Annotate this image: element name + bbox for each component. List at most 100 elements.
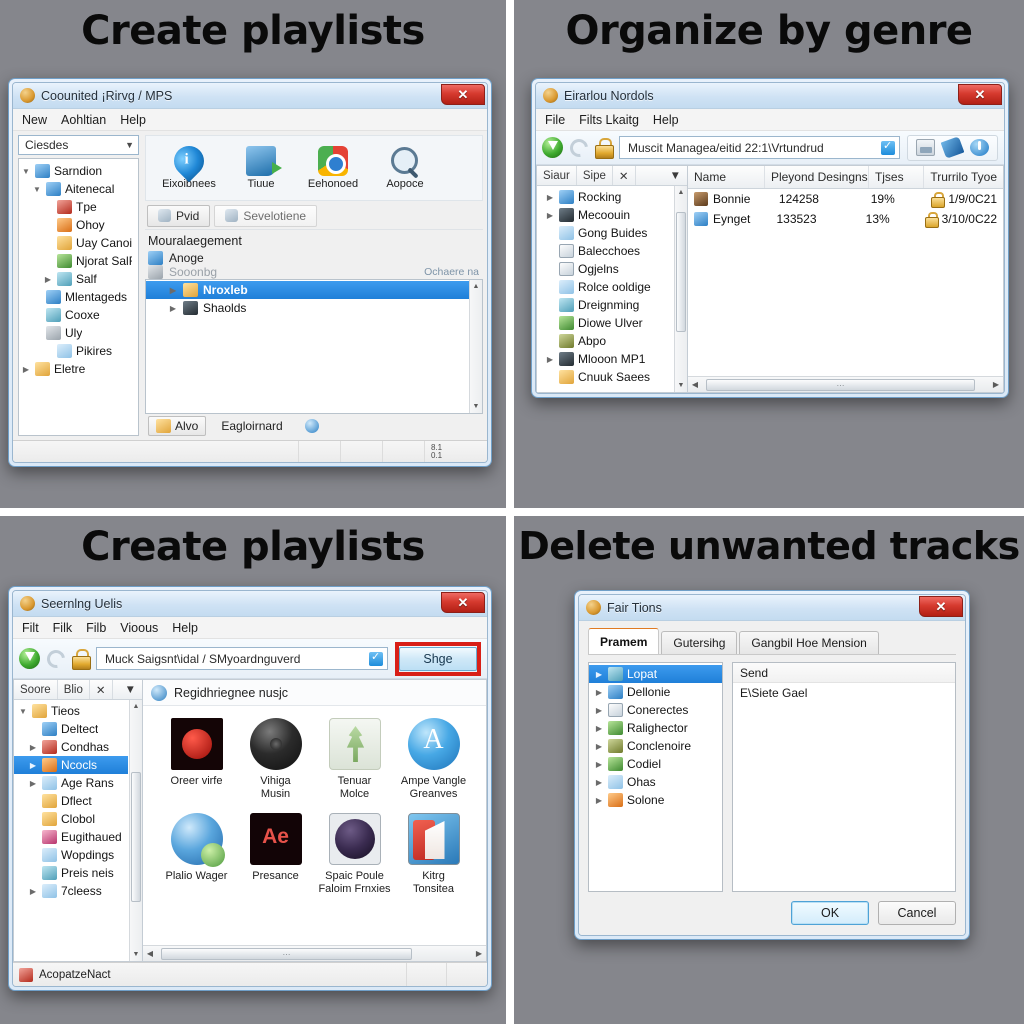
horizontal-scrollbar[interactable]: ◀ ⋯ ▶: [688, 376, 1003, 392]
scroll-thumb[interactable]: ⋯: [161, 947, 412, 960]
bottom-button[interactable]: Eagloirnard: [214, 417, 289, 435]
detail-item[interactable]: E\Siete Gael: [733, 683, 955, 703]
tree-item[interactable]: ▶ Ncocls: [14, 756, 128, 774]
chevron-icon[interactable]: ▶: [545, 193, 555, 202]
scroll-left-icon[interactable]: ◀: [688, 380, 702, 389]
tree-item[interactable]: ▼ Sarndion: [21, 162, 136, 180]
chevron-icon[interactable]: ▶: [28, 779, 38, 788]
file-rows-tr[interactable]: Bonnie 124258 19% 1/9/0C21 Eynget 133523 13% 3/…: [688, 189, 1003, 376]
chevron-icon[interactable]: ▶: [594, 742, 604, 751]
grid-item[interactable]: Kitrg Tonsitea: [394, 813, 473, 896]
tree-item[interactable]: Ogjelns: [537, 260, 673, 278]
grid-item[interactable]: Spaic Poule Faloim Frnxies: [315, 813, 394, 896]
tree-item[interactable]: Njorat SalFlalte: [21, 252, 136, 270]
settings-detail-br[interactable]: Send E\Siete Gael: [732, 662, 956, 892]
grid-item[interactable]: Vihiga Musin: [236, 718, 315, 801]
tree-item[interactable]: ▶ Salf: [21, 270, 136, 288]
scroll-thumb[interactable]: ⋯: [706, 378, 975, 391]
chevron-icon[interactable]: ▶: [28, 743, 38, 752]
tree-item[interactable]: Rolce ooldige: [537, 278, 673, 296]
tree-col-size[interactable]: Sipe: [577, 166, 613, 185]
tree-body-tr[interactable]: ▶ Rocking ▶ Mecoouin Gong Buides Balecchoes Og…: [537, 186, 687, 392]
menu-item-file2[interactable]: Filk: [53, 621, 72, 635]
chevron-icon[interactable]: ▶: [594, 706, 604, 715]
tree-item[interactable]: ▶ Codiel: [589, 755, 722, 773]
tree-item[interactable]: Cnuuk Saees: [537, 368, 673, 386]
tree-item[interactable]: Eugithaued: [14, 828, 128, 846]
grid-item[interactable]: Plalio Wager: [157, 813, 236, 896]
tree-item[interactable]: ▶ Condhas: [14, 738, 128, 756]
bottom-button[interactable]: Alvo: [148, 416, 207, 436]
close-icon[interactable]: ✕: [441, 592, 485, 613]
tree-item[interactable]: Dreignming: [537, 296, 673, 314]
chevron-icon[interactable]: ▶: [594, 724, 604, 733]
toolbar-button[interactable]: Eehonoed: [302, 146, 364, 190]
list-item[interactable]: ▶ Nroxleb: [146, 281, 482, 299]
scroll-down-icon[interactable]: ▼: [675, 379, 687, 392]
tree-item[interactable]: ▼ Tieos: [14, 702, 128, 720]
chevron-down-icon[interactable]: ▼: [664, 166, 687, 185]
menu-item-file1[interactable]: Filt: [22, 621, 39, 635]
tree-item[interactable]: Ohoy: [21, 216, 136, 234]
dialog-tab[interactable]: Gutersihg: [661, 631, 738, 654]
tree-item[interactable]: Balecchoes: [537, 242, 673, 260]
download-icon[interactable]: [542, 137, 563, 158]
dialog-tab[interactable]: Gangbil Hoe Mension: [739, 631, 879, 654]
menu-item-help[interactable]: Help: [172, 621, 198, 635]
tree-item[interactable]: ▶ Ohas: [589, 773, 722, 791]
vertical-scrollbar[interactable]: ▲ ▼: [674, 186, 687, 392]
titlebar-tr[interactable]: Eirarlou Nordols ✕: [536, 83, 1004, 109]
horizontal-scrollbar[interactable]: ◀ ⋯ ▶: [143, 945, 486, 961]
titlebar-tl[interactable]: Coounited ¡Rirvg / MPS ✕: [13, 83, 487, 109]
column-track-type[interactable]: Trurrilo Tyoe: [924, 166, 1003, 188]
menu-item-file[interactable]: File: [545, 113, 565, 127]
grid-item[interactable]: Tenuar Molce: [315, 718, 394, 801]
chevron-icon[interactable]: ▼: [21, 167, 31, 176]
chevron-icon[interactable]: ▶: [28, 887, 38, 896]
folder-tree-tl[interactable]: ▼ Sarndion ▼ Aiteneсal Tpe Ohoy Uay Canoiot Njo…: [18, 158, 139, 436]
tree-item[interactable]: ▶ Solone: [589, 791, 722, 809]
tree-col-score[interactable]: Soore: [14, 680, 58, 699]
power-icon[interactable]: [970, 139, 989, 156]
chevron-icon[interactable]: ▶: [594, 796, 604, 805]
close-icon[interactable]: ✕: [90, 680, 113, 699]
scroll-up-icon[interactable]: ▲: [470, 280, 482, 293]
tree-item[interactable]: ▶ Ralighector: [589, 719, 722, 737]
scroll-right-icon[interactable]: ▶: [989, 380, 1003, 389]
scroll-thumb[interactable]: [676, 212, 686, 332]
bottom-button[interactable]: [298, 417, 326, 435]
icon-grid-bl[interactable]: Oreer virfe Vihiga Musin Tenuar Molce Ampe …: [143, 706, 486, 945]
close-icon[interactable]: ✕: [441, 84, 485, 105]
tree-item[interactable]: Mlentageds: [21, 288, 136, 306]
check-icon[interactable]: [369, 650, 383, 666]
check-icon[interactable]: [881, 139, 895, 155]
tree-col-source[interactable]: Siaur: [537, 166, 577, 185]
scroll-up-icon[interactable]: ▲: [130, 700, 142, 713]
menu-item-help[interactable]: Help: [653, 113, 679, 127]
chevron-icon[interactable]: ▶: [594, 760, 604, 769]
chevron-icon[interactable]: ▼: [18, 707, 28, 716]
address-input[interactable]: Muscit Managea/eitid 22:1\Vrtundrud: [619, 136, 900, 159]
lock-icon[interactable]: [595, 138, 614, 159]
toolbar-button[interactable]: Aopoce: [374, 146, 436, 190]
list-item[interactable]: ▶ Shaolds: [146, 299, 482, 317]
scroll-thumb[interactable]: [131, 772, 141, 902]
tree-item[interactable]: Uay Canoiot: [21, 234, 136, 252]
chevron-icon[interactable]: ▶: [594, 670, 604, 679]
download-icon[interactable]: [19, 648, 40, 669]
chevron-icon[interactable]: ▶: [545, 211, 555, 220]
chevron-icon[interactable]: ▶: [28, 761, 38, 770]
chevron-icon[interactable]: ▼: [32, 185, 42, 194]
chevron-icon[interactable]: ▶: [168, 304, 178, 313]
menu-item-help[interactable]: Help: [120, 113, 146, 127]
chevron-icon[interactable]: ▶: [594, 688, 604, 697]
scroll-down-icon[interactable]: ▼: [130, 948, 142, 961]
column-type[interactable]: Tjses: [869, 166, 925, 188]
grid-item[interactable]: Presance: [236, 813, 315, 896]
titlebar-br[interactable]: Fair Tions ✕: [579, 595, 965, 621]
tree-item[interactable]: ▶ Rocking: [537, 188, 673, 206]
tree-item[interactable]: Deltect: [14, 720, 128, 738]
grid-item[interactable]: Oreer virfe: [157, 718, 236, 801]
tree-item[interactable]: Clobol: [14, 810, 128, 828]
tree-item[interactable]: Wopdings: [14, 846, 128, 864]
